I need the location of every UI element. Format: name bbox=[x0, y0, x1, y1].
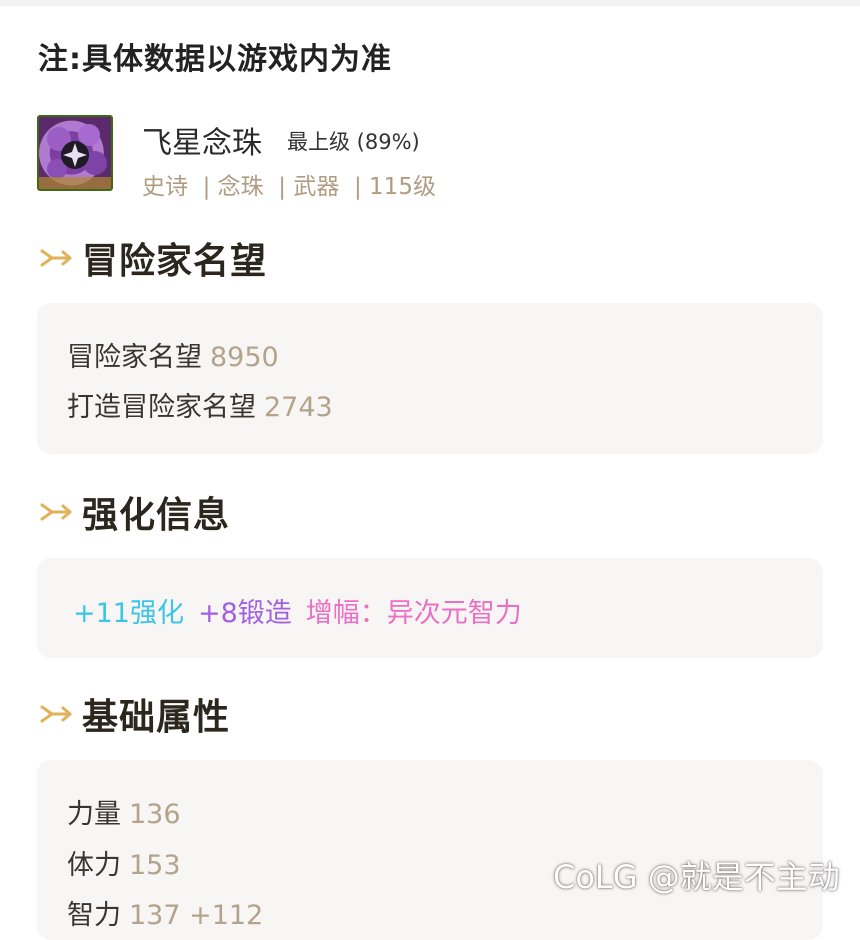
enhancement-card: +11强化 +8锻造 增幅：异次元智力 bbox=[37, 558, 823, 658]
stat-value: 2743 bbox=[264, 392, 333, 423]
stat-row: 智力 137 +112 bbox=[67, 893, 263, 932]
section-title-enhancement: 强化信息 bbox=[38, 490, 230, 536]
stat-label: 冒险家名望 bbox=[67, 342, 202, 373]
stat-label: 智力 bbox=[67, 900, 121, 931]
arrow-right-icon bbox=[40, 705, 72, 723]
disclaimer-note: 注:具体数据以游戏内为准 bbox=[38, 42, 392, 77]
section-title-reputation: 冒险家名望 bbox=[38, 236, 267, 282]
section-label: 冒险家名望 bbox=[82, 241, 268, 282]
arrow-right-icon bbox=[40, 503, 72, 521]
top-divider bbox=[0, 0, 860, 6]
stat-label: 打造冒险家名望 bbox=[67, 392, 256, 423]
prayer-beads-icon bbox=[37, 115, 113, 191]
stat-row: 体力 153 bbox=[67, 843, 181, 882]
forge-level: +8锻造 bbox=[197, 598, 292, 629]
watermark: CoLG @就是不主动 bbox=[553, 858, 840, 896]
stat-value: 137 +112 bbox=[129, 900, 264, 931]
arrow-right-icon bbox=[40, 249, 72, 267]
stat-value: 136 bbox=[129, 799, 181, 830]
stat-label: 体力 bbox=[67, 850, 121, 881]
base-stats-card: 力量 136 体力 153 智力 137 +112 bbox=[37, 760, 823, 940]
item-meta: 史诗 | 念珠 | 武器 | 115级 bbox=[142, 174, 436, 200]
stat-row: 打造冒险家名望 2743 bbox=[67, 385, 333, 424]
enhancement-line: +11强化 +8锻造 增幅：异次元智力 bbox=[73, 591, 536, 630]
reinforce-level: +11强化 bbox=[73, 598, 184, 629]
item-name: 飞星念珠 bbox=[142, 126, 262, 161]
section-label: 强化信息 bbox=[82, 495, 231, 536]
stat-row: 冒险家名望 8950 bbox=[67, 335, 279, 374]
section-title-base-stats: 基础属性 bbox=[38, 692, 230, 738]
reputation-card: 冒险家名望 8950 打造冒险家名望 2743 bbox=[37, 303, 823, 454]
stat-value: 153 bbox=[129, 850, 181, 881]
stat-row: 力量 136 bbox=[67, 792, 181, 831]
amplify-info: 增幅：异次元智力 bbox=[305, 598, 522, 629]
stat-label: 力量 bbox=[67, 799, 121, 830]
stat-value: 8950 bbox=[210, 342, 279, 373]
item-grade: 最上级 (89%) bbox=[287, 130, 420, 154]
section-label: 基础属性 bbox=[82, 697, 231, 738]
